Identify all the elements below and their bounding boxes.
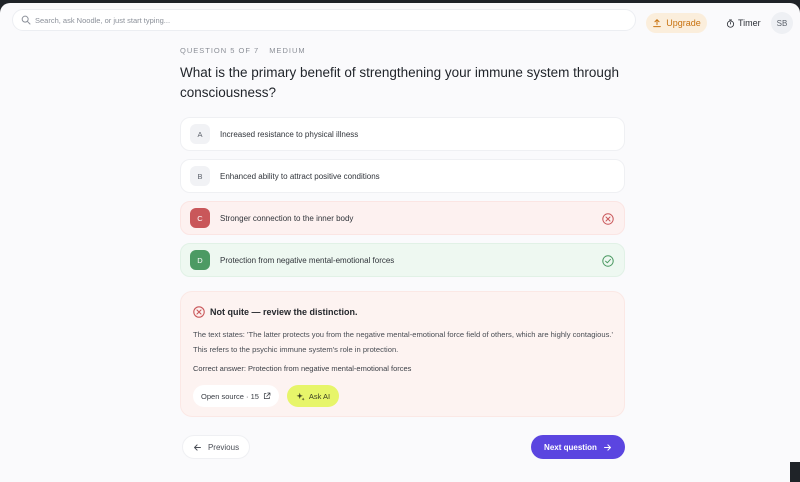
ask-ai-button[interactable]: Ask AI — [287, 385, 339, 407]
sparkle-icon — [296, 392, 305, 401]
x-circle-icon — [602, 213, 614, 225]
feedback-panel: Not quite — review the distinction. The … — [180, 291, 625, 417]
search-input[interactable] — [35, 15, 595, 25]
external-link-icon — [263, 392, 271, 400]
timer-button[interactable]: Timer — [726, 13, 761, 33]
stopwatch-icon — [726, 18, 735, 28]
search-bar[interactable] — [12, 9, 636, 31]
next-question-label: Next question — [544, 442, 597, 452]
arrow-left-icon — [193, 443, 201, 451]
upload-icon — [653, 19, 662, 28]
previous-label: Previous — [207, 442, 240, 452]
feedback-explanation: The text states: 'The latter protects yo… — [193, 330, 613, 354]
option-letter: D — [190, 250, 210, 270]
app-window: Upgrade Timer SB QUESTION 5 OF 7 MEDIUM … — [0, 3, 800, 482]
avatar[interactable]: SB — [771, 12, 793, 34]
option-text: Enhanced ability to attract positive con… — [220, 171, 380, 181]
top-bar: Upgrade Timer SB — [0, 3, 800, 37]
feedback-title: Not quite — review the distinction. — [210, 307, 358, 317]
timer-label: Timer — [738, 18, 761, 28]
question-meta: QUESTION 5 OF 7 MEDIUM — [180, 46, 306, 55]
option-letter: B — [190, 166, 210, 186]
answer-option-c[interactable]: C Stronger connection to the inner body — [180, 201, 625, 235]
avatar-initials: SB — [776, 18, 788, 28]
question-progress: QUESTION 5 OF 7 — [180, 46, 260, 55]
question-difficulty: MEDIUM — [269, 46, 306, 55]
option-text: Increased resistance to physical illness — [220, 129, 359, 139]
open-source-label: Open source · 15 — [201, 391, 259, 401]
option-text: Stronger connection to the inner body — [220, 213, 354, 223]
ask-ai-label: Ask AI — [308, 391, 331, 401]
feedback-header: Not quite — review the distinction. — [193, 306, 358, 318]
previous-button[interactable]: Previous — [182, 435, 250, 459]
answer-option-d[interactable]: D Protection from negative mental-emotio… — [180, 243, 625, 277]
x-circle-icon — [193, 306, 205, 318]
next-question-button[interactable]: Next question — [531, 435, 625, 459]
open-source-button[interactable]: Open source · 15 — [193, 385, 279, 407]
upgrade-button[interactable]: Upgrade — [646, 13, 707, 33]
question-text: What is the primary benefit of strengthe… — [180, 65, 619, 100]
option-letter: C — [190, 208, 210, 228]
window-edge — [790, 462, 800, 482]
answer-option-a[interactable]: A Increased resistance to physical illne… — [180, 117, 625, 151]
upgrade-label: Upgrade — [666, 18, 701, 28]
arrow-right-icon — [603, 443, 611, 451]
check-circle-icon — [602, 255, 614, 267]
search-icon — [21, 15, 31, 25]
correct-answer-text: Correct answer: Protection from negative… — [193, 364, 412, 373]
option-text: Protection from negative mental-emotiona… — [220, 255, 395, 265]
option-letter: A — [190, 124, 210, 144]
answer-option-b[interactable]: B Enhanced ability to attract positive c… — [180, 159, 625, 193]
